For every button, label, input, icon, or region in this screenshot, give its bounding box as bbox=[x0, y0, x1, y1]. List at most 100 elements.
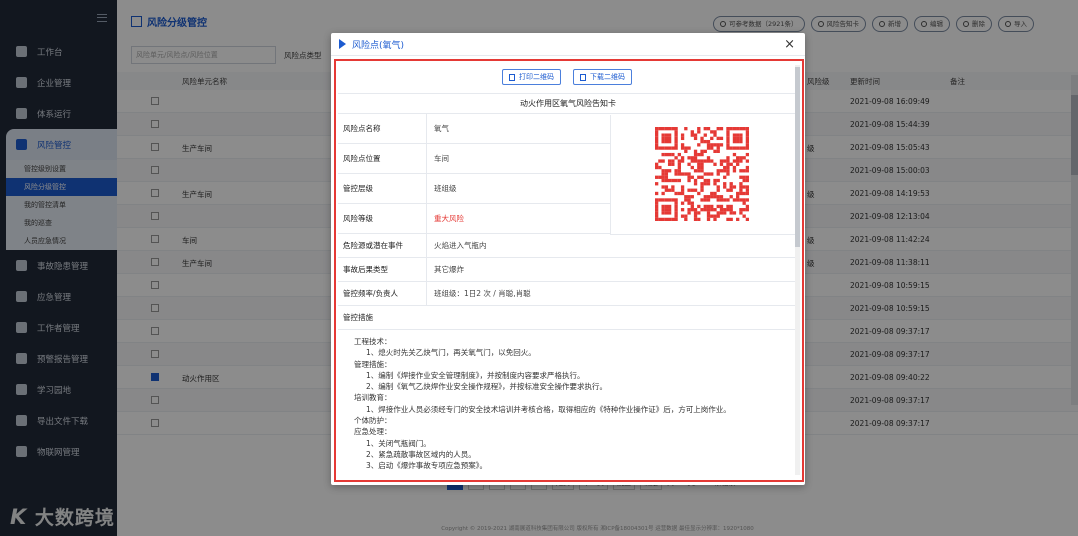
qr-module bbox=[671, 178, 675, 183]
qr-module bbox=[742, 185, 746, 189]
qr-module bbox=[661, 217, 665, 221]
qr-module bbox=[674, 136, 678, 141]
qr-module bbox=[655, 165, 659, 170]
qr-module bbox=[719, 208, 724, 212]
qr-module bbox=[729, 195, 733, 199]
qr-module bbox=[664, 185, 669, 189]
qr-module bbox=[693, 214, 698, 218]
qr-module bbox=[726, 156, 730, 160]
qr-module bbox=[664, 208, 669, 212]
qr-module bbox=[710, 195, 714, 199]
qr-module bbox=[739, 146, 743, 150]
qr-module bbox=[674, 201, 678, 205]
qr-module bbox=[658, 217, 662, 221]
qr-module bbox=[693, 208, 698, 212]
field-label: 管控层级 bbox=[343, 174, 427, 204]
qr-module bbox=[703, 204, 707, 209]
qr-module bbox=[706, 214, 711, 218]
qr-module bbox=[742, 208, 746, 212]
qr-module bbox=[697, 175, 701, 179]
qr-module bbox=[687, 201, 691, 205]
field-row: 风险点名称 氧气 bbox=[338, 114, 610, 144]
qr-module bbox=[719, 159, 724, 163]
qr-module bbox=[690, 165, 694, 170]
qr-module bbox=[661, 191, 665, 196]
qr-module bbox=[732, 165, 737, 170]
qr-module bbox=[729, 182, 733, 186]
qr-module bbox=[700, 136, 704, 141]
qr-module bbox=[716, 198, 720, 202]
qr-module bbox=[655, 175, 659, 179]
field-row: 管控层级 班组级 bbox=[338, 174, 610, 204]
qr-module bbox=[680, 159, 685, 163]
qr-module bbox=[667, 127, 672, 131]
qr-module bbox=[667, 198, 672, 202]
qr-module bbox=[726, 146, 730, 150]
qr-module bbox=[739, 133, 743, 137]
qr-module bbox=[687, 211, 691, 215]
qr-module bbox=[687, 172, 691, 176]
qr-module bbox=[658, 146, 662, 150]
qr-module bbox=[690, 175, 694, 179]
qr-module bbox=[713, 130, 717, 134]
modal-scrollbar-thumb[interactable] bbox=[795, 67, 800, 247]
qr-module bbox=[655, 182, 659, 186]
measures-list: 工程技术： 1、熄火时先关乙炔气门，再关氧气门，以免回火。 管理措施： 1、编制《焊接… bbox=[338, 330, 798, 472]
qr-module bbox=[661, 178, 665, 183]
qr-module bbox=[693, 152, 698, 157]
field-label: 管控频率/负责人 bbox=[343, 282, 427, 306]
qr-module bbox=[706, 159, 711, 163]
field-row: 危险源或潜在事件 火焰进入气瓶内 bbox=[338, 234, 798, 258]
qr-module bbox=[706, 156, 711, 160]
qr-module bbox=[664, 175, 669, 179]
qr-module bbox=[713, 195, 717, 199]
qr-module bbox=[713, 191, 717, 196]
qr-module bbox=[700, 198, 704, 202]
measure-line: 1、熄火时先关乙炔气门，再关氧气门，以免回火。 bbox=[366, 348, 536, 358]
qr-module bbox=[693, 178, 698, 183]
qr-module bbox=[655, 204, 659, 209]
qr-module bbox=[745, 217, 749, 221]
qr-module bbox=[674, 217, 678, 221]
qr-module bbox=[664, 169, 669, 173]
risk-notice-card: 动火作用区氧气风险告知卡 风险点名称 氧气 风险点位置 车间 管控层级 班组级 风险等… bbox=[338, 93, 798, 472]
qr-module bbox=[726, 130, 730, 134]
qr-module bbox=[742, 198, 746, 202]
qr-module bbox=[677, 191, 681, 196]
field-value: 火焰进入气瓶内 bbox=[434, 241, 487, 250]
qr-module bbox=[661, 159, 665, 163]
qr-module bbox=[687, 188, 691, 192]
download-qr-button[interactable]: 下载二维码 bbox=[573, 69, 632, 85]
qr-module bbox=[706, 182, 711, 186]
qr-module bbox=[664, 146, 669, 150]
qr-module bbox=[732, 139, 737, 144]
qr-module bbox=[729, 188, 733, 192]
close-icon[interactable]: × bbox=[784, 37, 795, 52]
qr-module bbox=[710, 159, 714, 163]
qr-module bbox=[710, 146, 714, 150]
qr-module bbox=[703, 149, 707, 153]
qr-module bbox=[726, 172, 730, 176]
qr-module bbox=[710, 136, 714, 141]
qr-module bbox=[684, 217, 688, 221]
qr-module bbox=[687, 175, 691, 179]
qr-module bbox=[729, 146, 733, 150]
print-qr-button[interactable]: 打印二维码 bbox=[502, 69, 561, 85]
measure-line: 管理措施： bbox=[354, 359, 392, 369]
qr-module bbox=[655, 127, 659, 131]
qr-module bbox=[664, 217, 669, 221]
qr-module bbox=[658, 127, 662, 131]
qr-module bbox=[742, 127, 746, 131]
modal-scrollbar[interactable] bbox=[795, 65, 800, 475]
qr-module bbox=[716, 178, 720, 183]
qr-module bbox=[716, 172, 720, 176]
qr-module bbox=[661, 146, 665, 150]
qr-module bbox=[706, 146, 711, 150]
measure-line: 1、焊接作业人员必须经专门的安全技术培训并考核合格，取得相应的《特种作业操作证》… bbox=[366, 404, 731, 414]
qr-module bbox=[739, 127, 743, 131]
measure-line: 应急处理： bbox=[354, 427, 392, 437]
qr-module bbox=[697, 217, 701, 221]
qr-module bbox=[687, 195, 691, 199]
field-value: 班组级：1日2 次 / 肖聪,肖聪 bbox=[434, 289, 531, 298]
qr-module bbox=[706, 178, 711, 183]
